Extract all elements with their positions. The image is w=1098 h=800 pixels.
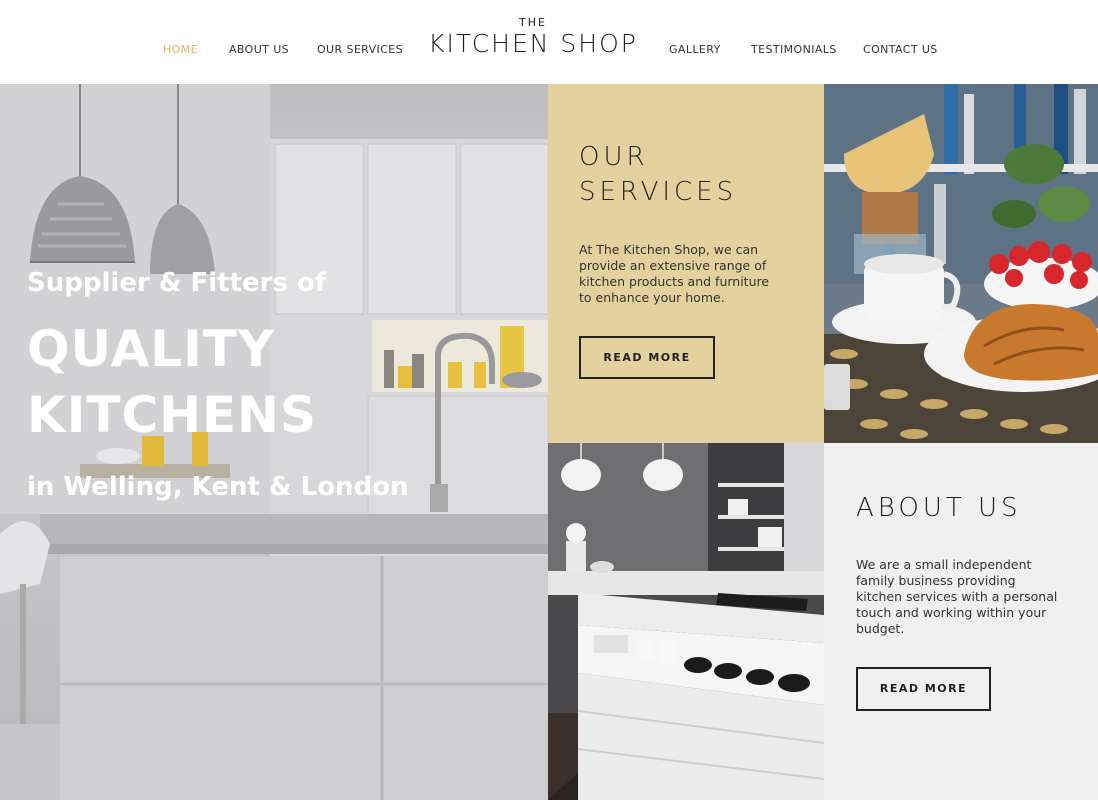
services-description: At The Kitchen Shop, we can provide an e… xyxy=(579,242,769,306)
nav-gallery[interactable]: GALLERY xyxy=(669,43,721,56)
services-title-line2: SERVICES xyxy=(579,177,738,207)
hero-location: in Welling, Kent & London xyxy=(27,472,409,502)
about-description: We are a small independent family busine… xyxy=(856,557,1057,637)
services-title: OUR SERVICES xyxy=(579,140,737,210)
services-read-more-button[interactable]: READ MORE xyxy=(579,336,715,379)
logo-main-text: KITCHEN SHOP xyxy=(428,29,638,58)
nav-home[interactable]: HOME xyxy=(163,43,198,56)
site-header: HOME ABOUT US OUR SERVICES THE KITCHEN S… xyxy=(0,0,1098,84)
kitchen-photo xyxy=(548,443,824,800)
hero-title-line2: KITCHENS xyxy=(27,386,318,444)
kitchen-image xyxy=(548,443,824,800)
about-title: ABOUT US xyxy=(856,493,1022,523)
hero-banner: Supplier & Fitters of QUALITY KITCHENS i… xyxy=(0,84,548,800)
hero-subtitle: Supplier & Fitters of xyxy=(27,268,327,298)
breakfast-image xyxy=(824,84,1098,443)
services-text-line: provide an extensive range of xyxy=(579,258,767,273)
hero-title-line1: QUALITY xyxy=(27,320,276,378)
logo-small-text: THE xyxy=(519,16,547,29)
nav-testimonials[interactable]: TESTIMONIALS xyxy=(751,43,837,56)
services-title-line1: OUR xyxy=(579,142,649,172)
breakfast-photo xyxy=(824,84,1098,443)
services-text-line: kitchen products and furniture xyxy=(579,274,770,289)
about-read-more-button[interactable]: READ MORE xyxy=(856,667,991,711)
services-text-line: At The Kitchen Shop, we can xyxy=(579,242,759,257)
about-text-line: family business providing xyxy=(856,573,1016,588)
nav-our-services[interactable]: OUR SERVICES xyxy=(317,43,403,56)
services-panel: OUR SERVICES At The Kitchen Shop, we can… xyxy=(548,84,824,443)
services-text-line: to enhance your home. xyxy=(579,290,725,305)
about-text-line: kitchen services with a personal xyxy=(856,589,1058,604)
about-panel: ABOUT US We are a small independent fami… xyxy=(824,443,1098,800)
about-text-line: We are a small independent xyxy=(856,557,1032,572)
nav-contact-us[interactable]: CONTACT US xyxy=(863,43,938,56)
nav-about-us[interactable]: ABOUT US xyxy=(229,43,289,56)
about-text-line: touch and working within your xyxy=(856,605,1047,620)
site-logo[interactable]: THE KITCHEN SHOP xyxy=(418,16,648,58)
about-text-line: budget. xyxy=(856,621,905,636)
